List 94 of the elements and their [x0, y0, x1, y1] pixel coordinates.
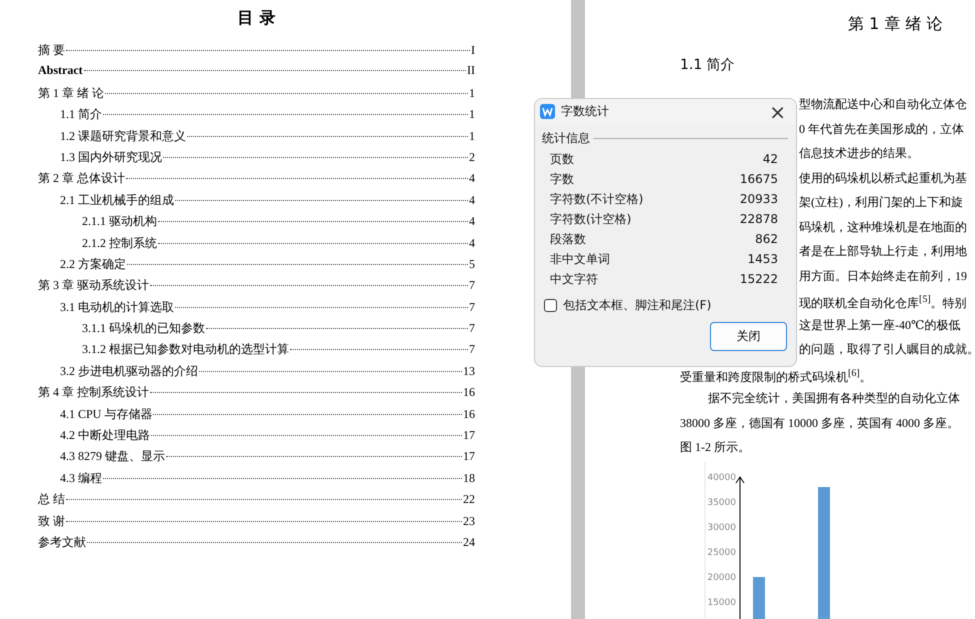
toc-entry[interactable]: 1.1 简介	[60, 106, 102, 124]
page-number: 1	[469, 128, 475, 144]
toc-entry[interactable]: Abstract	[38, 63, 83, 78]
page-number: 22	[463, 492, 475, 508]
toc-entry[interactable]: 第 3 章 驱动系统设计	[38, 277, 149, 294]
toc-entry[interactable]: 2.1 工业机械手的组成	[60, 192, 174, 209]
page-number: 4	[469, 171, 475, 186]
body-text: 现的联机全自动化仓库$^{[5]}$。特别	[799, 296, 967, 310]
toc-entry[interactable]: 1.2 课题研究背景和意义	[60, 128, 186, 145]
body-text: 这是世界上第一座-40℃的极低	[799, 318, 960, 332]
toc-entry[interactable]: 2.1.2 控制系统	[82, 234, 157, 252]
stat-label: 字数	[550, 171, 574, 188]
axis-tick-label: 40000	[707, 472, 736, 482]
axis-tick-label: 35000	[707, 498, 736, 508]
page-number: 17	[463, 449, 475, 464]
body-text: 使用的码垛机以桥式起重机为基	[799, 170, 967, 184]
dialog-title: 字数统计	[561, 103, 610, 120]
stat-value: 862	[755, 231, 778, 248]
toc-entry[interactable]: 2.1.1 驱动机构	[82, 213, 157, 230]
toc-entry[interactable]: 2.2 方案确定	[60, 256, 126, 273]
page-number: 5	[469, 256, 475, 272]
body-text: 信息技术进步的结果。	[799, 146, 919, 160]
page-number: 2	[469, 150, 475, 165]
body-text: 型物流配送中心和自动化立体仓	[799, 97, 967, 111]
toc-entry[interactable]: 第 2 章 总体设计	[38, 170, 125, 188]
toc-entry[interactable]: 4.2 中断处理电路	[60, 427, 150, 444]
page-number: 4	[469, 214, 475, 230]
toc-entry[interactable]: 4.3 编程	[60, 470, 102, 487]
stat-label: 页数	[550, 151, 574, 168]
stat-value: 20933	[740, 191, 778, 208]
stat-label: 段落数	[550, 231, 586, 248]
toc-entry[interactable]: 3.1.1 码垛机的已知参数	[82, 320, 205, 338]
page-number: 7	[469, 278, 475, 294]
stat-label: 非中文单词	[550, 251, 610, 268]
toc-entry[interactable]: 3.1.2 根据已知参数对电动机的选型计算	[82, 341, 289, 358]
body-text: 的问题，取得了引人瞩目的成就。	[799, 342, 975, 356]
page-number: 7	[469, 321, 475, 336]
page-number: 16	[463, 406, 475, 422]
chart-bar	[753, 576, 765, 619]
page-number: 23	[463, 514, 475, 529]
toc-entry[interactable]: 致 谢	[38, 512, 65, 530]
page-number: 16	[463, 385, 475, 400]
stat-label: 中文字符	[550, 271, 598, 288]
body-text: 者是在上部导轨上行走，利用地	[799, 244, 967, 258]
body-text: 据不完全统计，美国拥有各种类型的自动化立体	[708, 391, 960, 405]
page-number: 1	[469, 86, 475, 101]
group-title: 统计信息	[542, 130, 590, 147]
page-number: II	[467, 63, 475, 78]
toc-entry[interactable]: 摘 要	[38, 42, 65, 59]
chapter-heading: 第 1 章 绪 论	[847, 14, 944, 35]
section-heading: 1.1 简介	[680, 56, 736, 75]
toc-entry[interactable]: 4.1 CPU 与存储器	[60, 406, 152, 423]
axis-tick-label: 20000	[707, 572, 736, 582]
axis-tick-label: 25000	[707, 548, 736, 558]
toc-title: 目 录	[236, 8, 276, 29]
page-number: 4	[469, 236, 475, 251]
close-button[interactable]: ×	[765, 102, 790, 122]
stat-value: 15222	[740, 271, 778, 288]
page-number: 1	[469, 107, 475, 122]
axis-tick-label: 15000	[707, 598, 736, 608]
toc-entry[interactable]: 3.1 电动机的计算选取	[60, 298, 174, 316]
page-number: 13	[463, 364, 475, 379]
page-number: 7	[469, 300, 475, 315]
body-text: 用方面。日本始终走在前列，19	[799, 268, 967, 282]
checkbox[interactable]	[544, 299, 557, 312]
checkbox-label[interactable]: 包括文本框、脚注和尾注(F)	[563, 297, 712, 314]
body-text: 图 1-2 所示。	[680, 440, 750, 454]
stat-value: 1453	[747, 251, 778, 268]
page-number: I	[471, 43, 475, 58]
toc-entry[interactable]: 参考文献	[38, 534, 86, 551]
axis-tick-label: 30000	[707, 522, 736, 532]
body-text: 码垛机，这种堆垛机是在地面的	[799, 220, 967, 234]
toc-entry[interactable]: 3.2 步进电机驱动器的介绍	[60, 362, 198, 380]
toc-entry[interactable]: 1.3 国内外研究现况	[60, 148, 162, 166]
body-text: 38000 多座，德国有 10000 多座，英国有 4000 多座。	[680, 416, 959, 430]
page-number: 4	[469, 192, 475, 208]
stat-value: 42	[762, 151, 778, 168]
page-number: 24	[463, 534, 475, 550]
stat-label: 字符数(不计空格)	[550, 191, 644, 208]
stat-value: 16675	[740, 171, 778, 188]
body-text: 架(立柱)，利用门架的上下和旋	[799, 195, 963, 209]
toc-entry[interactable]: 第 4 章 控制系统设计	[38, 384, 149, 402]
toc-entry[interactable]: 4.3 8279 键盘、显示	[60, 448, 165, 466]
app-logo-icon	[540, 104, 555, 119]
toc-entry[interactable]: 总 结	[38, 491, 65, 508]
close-dialog-button[interactable]: 关闭	[710, 322, 787, 351]
body-text: 受重量和跨度限制的桥式码垛机$^{[6]}$。	[680, 370, 872, 384]
page-number: 17	[463, 428, 475, 444]
stat-value: 22878	[740, 211, 778, 228]
page-number: 18	[463, 470, 475, 486]
page-number: 7	[469, 342, 475, 358]
stat-label: 字符数(计空格)	[550, 211, 632, 228]
body-text: 0 年代首先在美国形成的，立体	[799, 122, 964, 136]
toc-entry[interactable]: 第 1 章 绪 论	[38, 84, 104, 102]
